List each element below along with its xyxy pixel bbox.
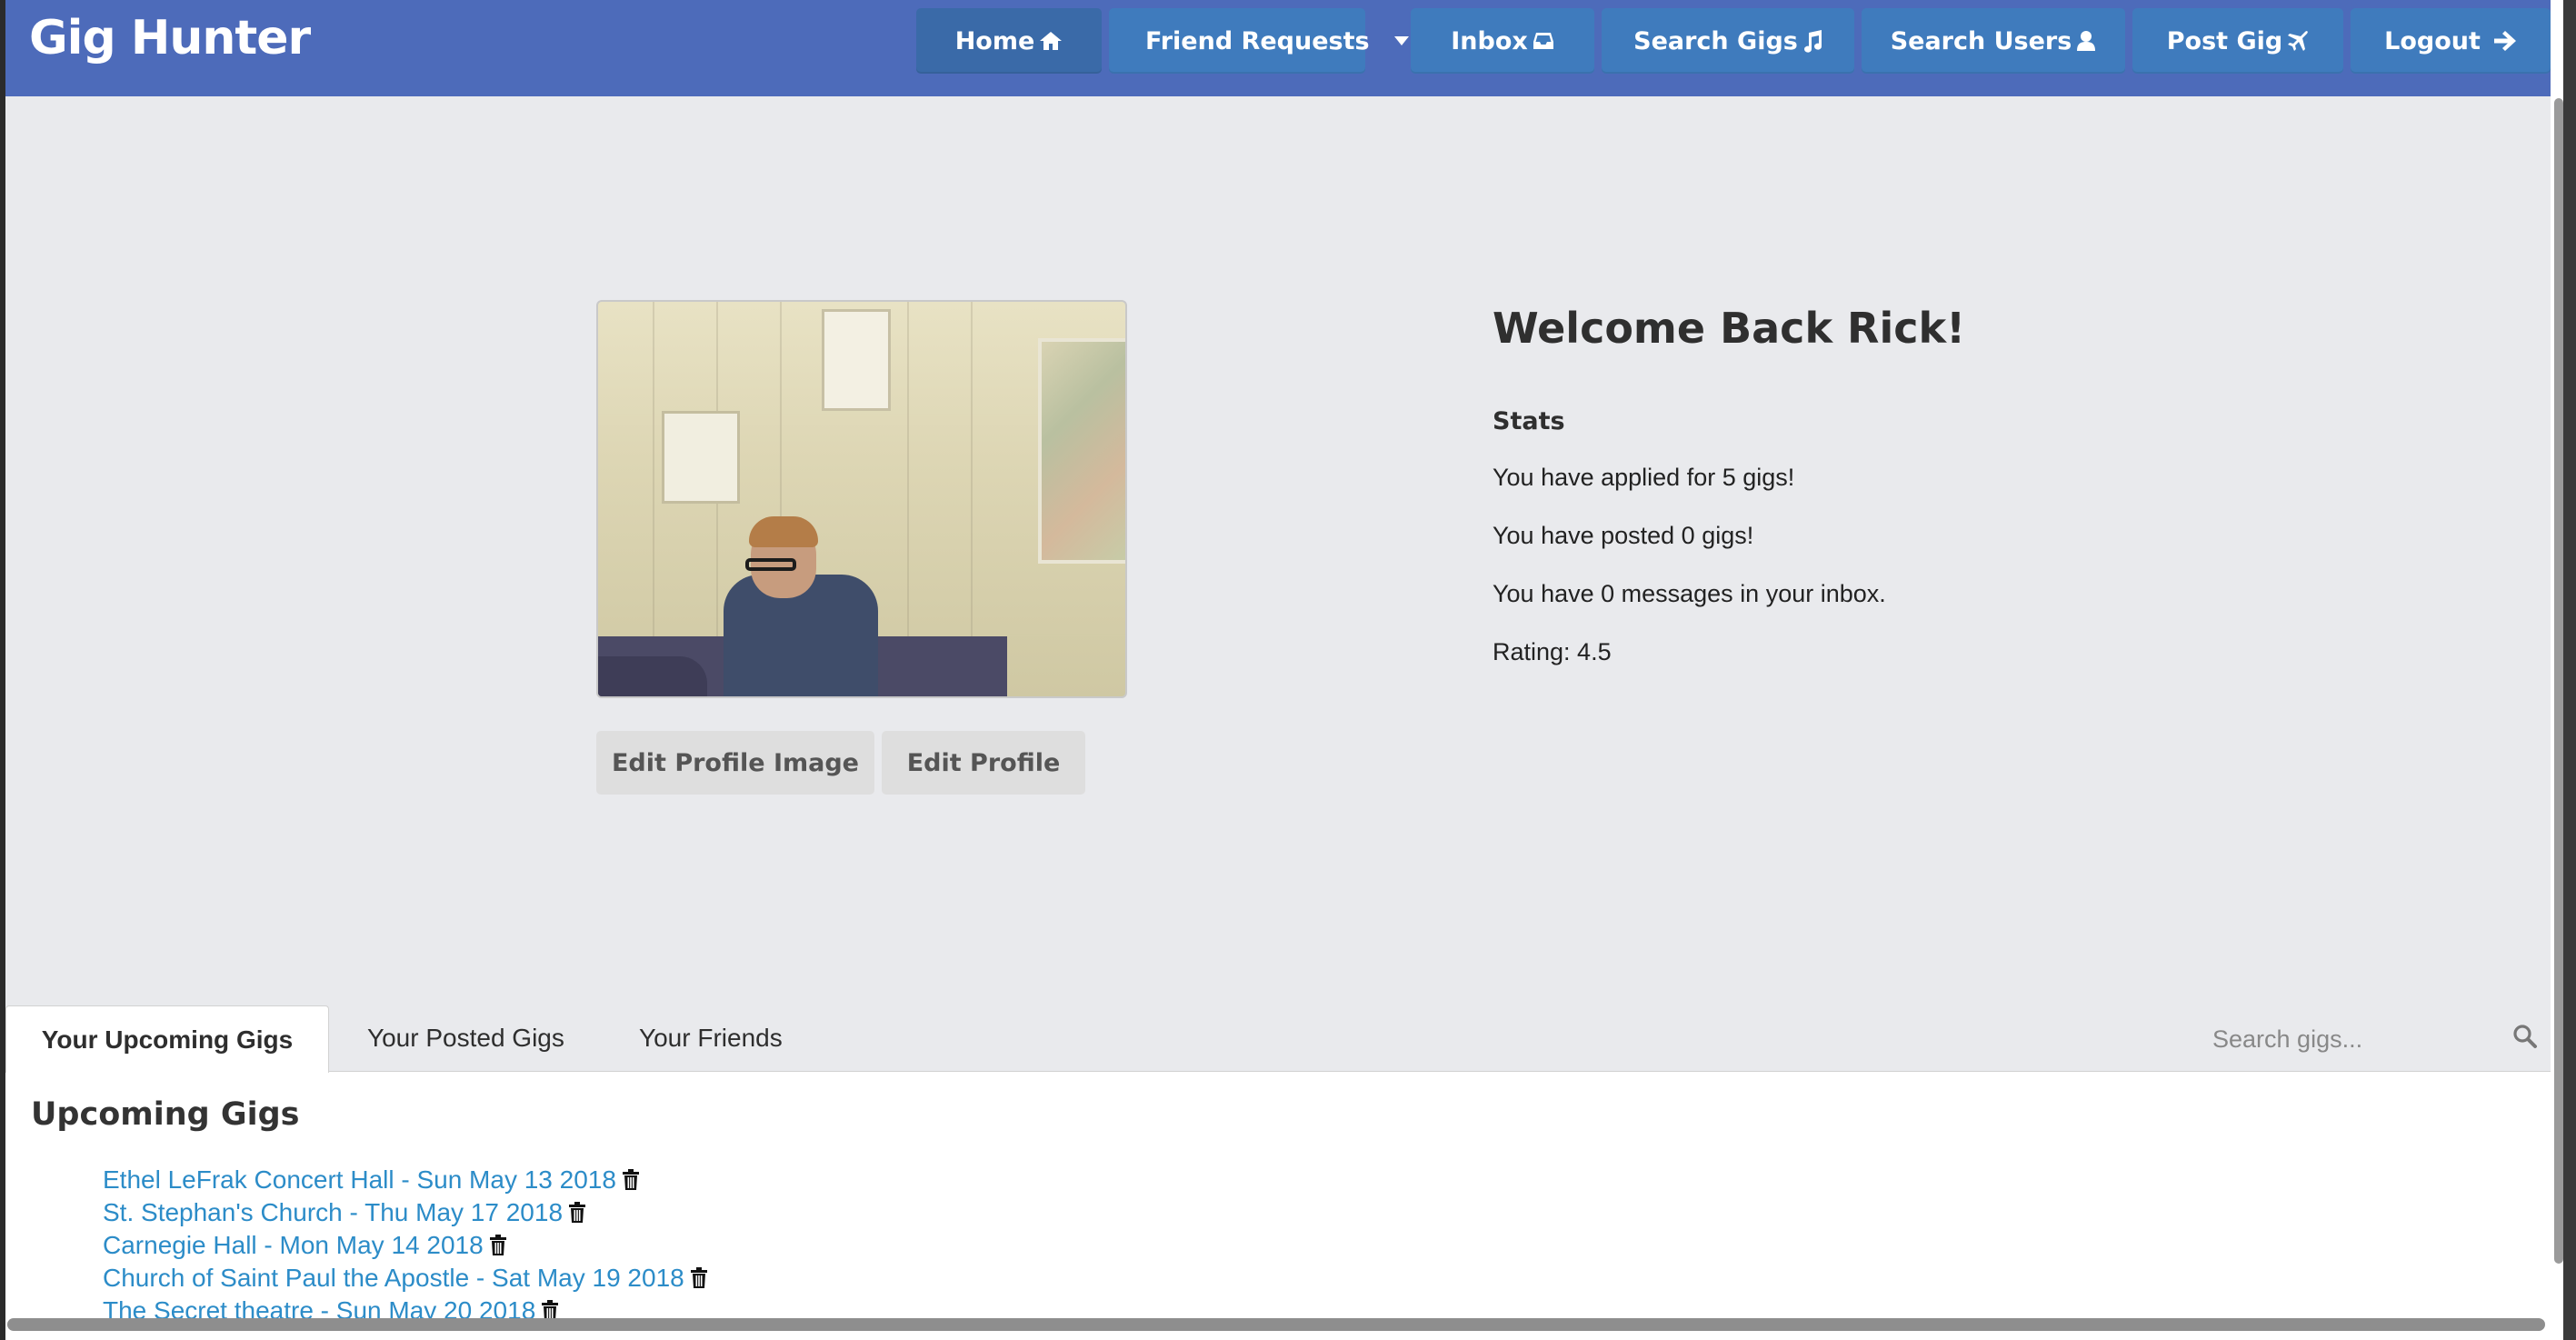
gig-link[interactable]: St. Stephan's Church - Thu May 17 2018 [103, 1198, 563, 1227]
nav-search-users-label: Search Users [1890, 26, 2072, 55]
caret-down-icon [1393, 35, 1410, 46]
edit-profile-image-button[interactable]: Edit Profile Image [596, 731, 874, 795]
stat-messages: You have 0 messages in your inbox. [1493, 580, 1886, 607]
tab-posted-gigs[interactable]: Your Posted Gigs [367, 1005, 564, 1071]
nav-friend-requests-dropdown[interactable]: Friend Requests [1109, 8, 1409, 74]
plane-icon [2287, 30, 2309, 52]
nav-search-users-button[interactable]: Search Users [1862, 8, 2125, 74]
search-icon[interactable] [2512, 1024, 2538, 1054]
nav-search-gigs-label: Search Gigs [1633, 26, 1798, 55]
gig-list-item: St. Stephan's Church - Thu May 17 2018 [103, 1196, 708, 1229]
nav-post-gig-button[interactable]: Post Gig [2132, 8, 2343, 74]
nav-home-button[interactable]: Home [916, 8, 1102, 74]
profile-hero-section: Edit Profile Image Edit Profile Welcome … [5, 96, 2551, 1005]
nav-search-gigs-button[interactable]: Search Gigs [1602, 8, 1854, 74]
stat-posted: You have posted 0 gigs! [1493, 522, 1754, 549]
trash-icon[interactable] [690, 1267, 708, 1289]
tab-friends[interactable]: Your Friends [639, 1005, 783, 1071]
vertical-scrollbar[interactable] [2554, 98, 2563, 1264]
gig-list-item: Church of Saint Paul the Apostle - Sat M… [103, 1262, 708, 1295]
search-gigs-input[interactable] [2211, 1016, 2505, 1062]
arrow-right-icon [2493, 30, 2517, 52]
window-frame-right [2563, 0, 2576, 1340]
nav-friend-requests-label: Friend Requests [1145, 26, 1370, 55]
nav-inbox-button[interactable]: Inbox [1411, 8, 1594, 74]
gig-list-item: Ethel LeFrak Concert Hall - Sun May 13 2… [103, 1164, 708, 1196]
stat-applied: You have applied for 5 gigs! [1493, 464, 1795, 491]
tab-posted-gigs-label: Your Posted Gigs [367, 1024, 564, 1052]
tabs-bar: Your Upcoming Gigs Your Posted Gigs Your… [5, 1005, 2551, 1073]
gig-link[interactable]: Ethel LeFrak Concert Hall - Sun May 13 2… [103, 1165, 616, 1195]
nav-post-gig-label: Post Gig [2166, 26, 2283, 55]
tab-upcoming-gigs[interactable]: Your Upcoming Gigs [5, 1005, 329, 1073]
brand-logo[interactable]: Gig Hunter [29, 11, 311, 65]
profile-photo [596, 300, 1127, 698]
gig-link[interactable]: Church of Saint Paul the Apostle - Sat M… [103, 1264, 684, 1293]
stat-rating: Rating: 4.5 [1493, 638, 1612, 665]
edit-profile-button[interactable]: Edit Profile [882, 731, 1085, 795]
inbox-icon [1533, 32, 1554, 50]
upcoming-gigs-list: Ethel LeFrak Concert Hall - Sun May 13 2… [103, 1164, 708, 1327]
gig-list-item: Carnegie Hall - Mon May 14 2018 [103, 1229, 708, 1262]
trash-icon[interactable] [622, 1169, 640, 1191]
top-navbar: Gig Hunter Home Friend Requests Inbox Se… [5, 0, 2551, 97]
nav-inbox-label: Inbox [1451, 26, 1528, 55]
nav-logout-button[interactable]: Logout [2351, 8, 2551, 74]
welcome-heading: Welcome Back Rick! [1493, 304, 1966, 353]
home-icon [1039, 31, 1063, 51]
tab-friends-label: Your Friends [639, 1024, 783, 1052]
trash-icon[interactable] [568, 1202, 586, 1224]
upcoming-gigs-heading: Upcoming Gigs [31, 1096, 300, 1133]
nav-home-label: Home [954, 26, 1035, 55]
horizontal-scrollbar[interactable] [7, 1318, 2545, 1331]
nav-logout-label: Logout [2384, 26, 2481, 55]
music-note-icon [1802, 29, 1822, 53]
user-icon [2076, 30, 2096, 52]
tab-upcoming-gigs-label: Your Upcoming Gigs [41, 1025, 294, 1054]
trash-icon[interactable] [489, 1235, 507, 1256]
stats-heading: Stats [1493, 407, 1565, 435]
gig-link[interactable]: Carnegie Hall - Mon May 14 2018 [103, 1231, 484, 1260]
